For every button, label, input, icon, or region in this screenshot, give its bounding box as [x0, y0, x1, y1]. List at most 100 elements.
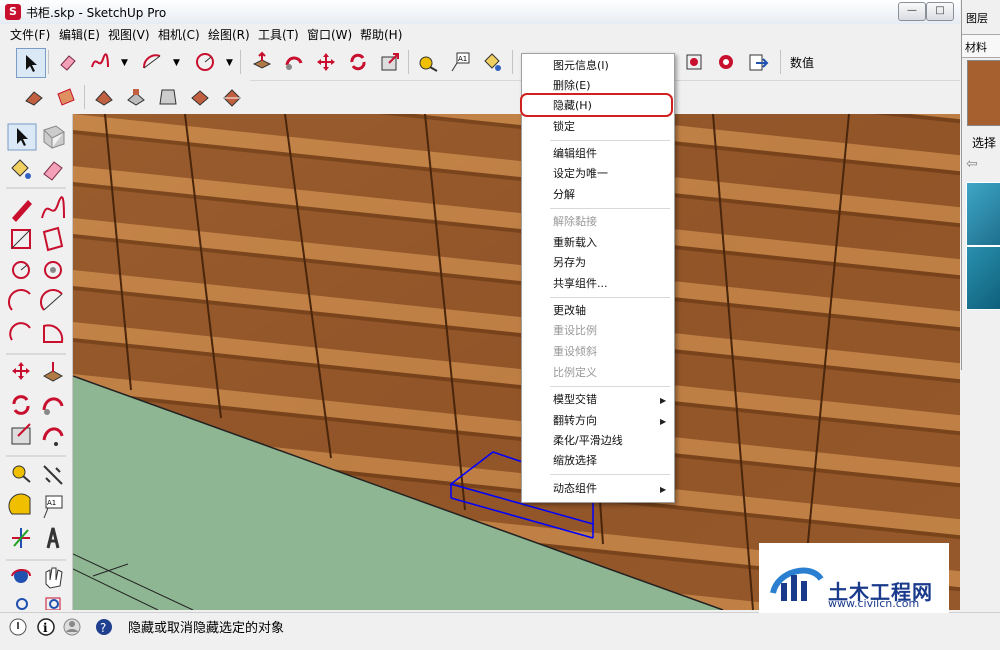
ctx-explode[interactable]: 分解	[553, 186, 575, 204]
zoom-window-icon[interactable]	[45, 597, 61, 611]
material-swatch-water-2[interactable]	[966, 246, 1000, 310]
ctx-change-axes[interactable]: 更改轴	[553, 302, 586, 320]
ctx-make-unique[interactable]: 设定为唯一	[553, 165, 608, 183]
dimension-icon[interactable]	[43, 465, 63, 485]
rectangle-icon[interactable]	[11, 229, 31, 249]
rotate-left-icon[interactable]	[12, 395, 30, 415]
extension-tool-button[interactable]	[712, 48, 740, 76]
menu-view[interactable]: 视图(V)	[108, 26, 150, 43]
minimize-button[interactable]: —	[898, 2, 926, 21]
ctx-entity-info[interactable]: 图元信息(I)	[553, 57, 609, 75]
select-tool-button[interactable]	[16, 48, 46, 78]
menu-file[interactable]: 文件(F)	[10, 26, 50, 43]
ctx-save-as[interactable]: 另存为	[553, 254, 586, 272]
eraser-tool-button[interactable]	[54, 48, 82, 76]
drape-button[interactable]	[154, 83, 182, 111]
select-arrow-icon	[26, 55, 37, 72]
push-pull-left-icon[interactable]	[42, 362, 64, 382]
follow-me-left-icon[interactable]	[42, 397, 64, 415]
text-left-icon[interactable]: A1	[43, 495, 63, 519]
ctx-flip-along[interactable]: 翻转方向	[553, 412, 597, 430]
follow-me-icon	[285, 56, 303, 70]
pie-icon[interactable]	[43, 324, 64, 343]
make-component-icon[interactable]	[43, 125, 65, 149]
circle-tool-button[interactable]	[191, 48, 219, 76]
circle-left-icon[interactable]	[12, 261, 30, 279]
material-swatch-water-1[interactable]	[966, 182, 1000, 246]
tape-measure-left-icon[interactable]	[12, 465, 31, 483]
stamp-icon	[127, 89, 145, 106]
user-icon[interactable]	[63, 618, 81, 636]
rotate-icon	[350, 53, 366, 71]
ctx-lock[interactable]: 锁定	[553, 118, 575, 136]
axes-icon[interactable]	[12, 528, 30, 548]
menu-edit[interactable]: 编辑(E)	[59, 26, 100, 43]
ctx-soften-edges[interactable]: 柔化/平滑边线	[553, 432, 623, 450]
menu-help[interactable]: 帮助(H)	[360, 26, 402, 43]
flip-edge-button[interactable]	[218, 83, 246, 111]
help-icon[interactable]: ?	[96, 619, 112, 635]
main-toolbar: ▼ ▼ ▼ A1	[0, 44, 960, 81]
rotate-tool-button[interactable]	[344, 48, 372, 76]
pencil-icon[interactable]	[12, 200, 32, 222]
chevron-down-icon[interactable]: ▼	[121, 58, 131, 68]
export-tool-button[interactable]	[744, 48, 772, 76]
zoom-icon[interactable]	[16, 598, 28, 610]
sandbox-from-scratch-button[interactable]	[52, 83, 80, 111]
paint-bucket-left-icon[interactable]	[11, 159, 31, 179]
paint-bucket-tool-button[interactable]	[478, 48, 506, 76]
follow-me-tool-button[interactable]	[280, 48, 308, 76]
ctx-zoom-selection[interactable]: 缩放选择	[553, 452, 597, 470]
orbit-icon[interactable]	[11, 569, 31, 583]
ctx-edit-component[interactable]: 编辑组件	[553, 145, 597, 163]
menu-camera[interactable]: 相机(C)	[158, 26, 200, 43]
ctx-intersect-faces[interactable]: 模型交错	[553, 391, 597, 409]
svg-text:A1: A1	[458, 55, 467, 63]
protractor-icon[interactable]	[8, 493, 31, 515]
3d-text-icon[interactable]	[46, 527, 60, 549]
ctx-share-component[interactable]: 共享组件...	[553, 275, 608, 293]
back-arrow-icon[interactable]: ⇦	[966, 156, 978, 172]
text-tool-button[interactable]: A1	[446, 48, 474, 76]
offset-left-icon[interactable]	[42, 427, 64, 446]
arc-left-icon[interactable]	[7, 288, 31, 311]
geo-location-icon[interactable]	[9, 618, 27, 636]
select-tool-left[interactable]	[7, 123, 37, 151]
secondary-toolbar	[0, 80, 250, 114]
info-icon[interactable]: i	[37, 618, 55, 636]
eraser-left-icon[interactable]	[43, 161, 63, 181]
pan-icon[interactable]	[45, 567, 63, 589]
select-tab[interactable]: 选择	[972, 134, 996, 151]
freehand-tool-button[interactable]	[86, 48, 114, 76]
flip-edge-icon	[223, 89, 241, 107]
current-material-swatch[interactable]	[967, 60, 1000, 126]
arc-tool-button[interactable]	[138, 48, 166, 76]
ctx-reload[interactable]: 重新载入	[553, 234, 597, 252]
smoove-button[interactable]	[90, 83, 118, 111]
menu-tools[interactable]: 工具(T)	[258, 26, 299, 43]
three-point-arc-icon[interactable]	[9, 322, 31, 341]
offset-tool-button[interactable]	[376, 48, 404, 76]
add-detail-button[interactable]	[186, 83, 214, 111]
move-tool-button[interactable]	[312, 48, 340, 76]
freehand-left-icon[interactable]	[41, 196, 65, 219]
two-point-arc-icon[interactable]	[39, 288, 63, 311]
chevron-down-icon[interactable]: ▼	[173, 58, 183, 68]
menu-window[interactable]: 窗口(W)	[307, 26, 352, 43]
chevron-down-icon[interactable]: ▼	[226, 58, 236, 68]
materials-header[interactable]: 材料	[962, 34, 1000, 58]
move-left-icon[interactable]	[12, 362, 30, 380]
components-tool-button[interactable]	[680, 48, 708, 76]
layers-tray-title[interactable]: 图层	[966, 10, 988, 26]
scale-icon[interactable]	[11, 423, 31, 445]
model-viewport[interactable]	[73, 114, 960, 610]
push-pull-tool-button[interactable]	[248, 48, 276, 76]
tape-measure-tool-button[interactable]	[414, 48, 442, 76]
maximize-button[interactable]: □	[926, 2, 954, 21]
rotated-rectangle-icon[interactable]	[42, 226, 64, 252]
polygon-icon[interactable]	[44, 261, 62, 279]
stamp-button[interactable]	[122, 83, 150, 111]
ctx-dynamic-components[interactable]: 动态组件	[553, 480, 597, 498]
menu-draw[interactable]: 绘图(R)	[208, 26, 250, 43]
sandbox-from-contours-button[interactable]	[20, 83, 48, 111]
